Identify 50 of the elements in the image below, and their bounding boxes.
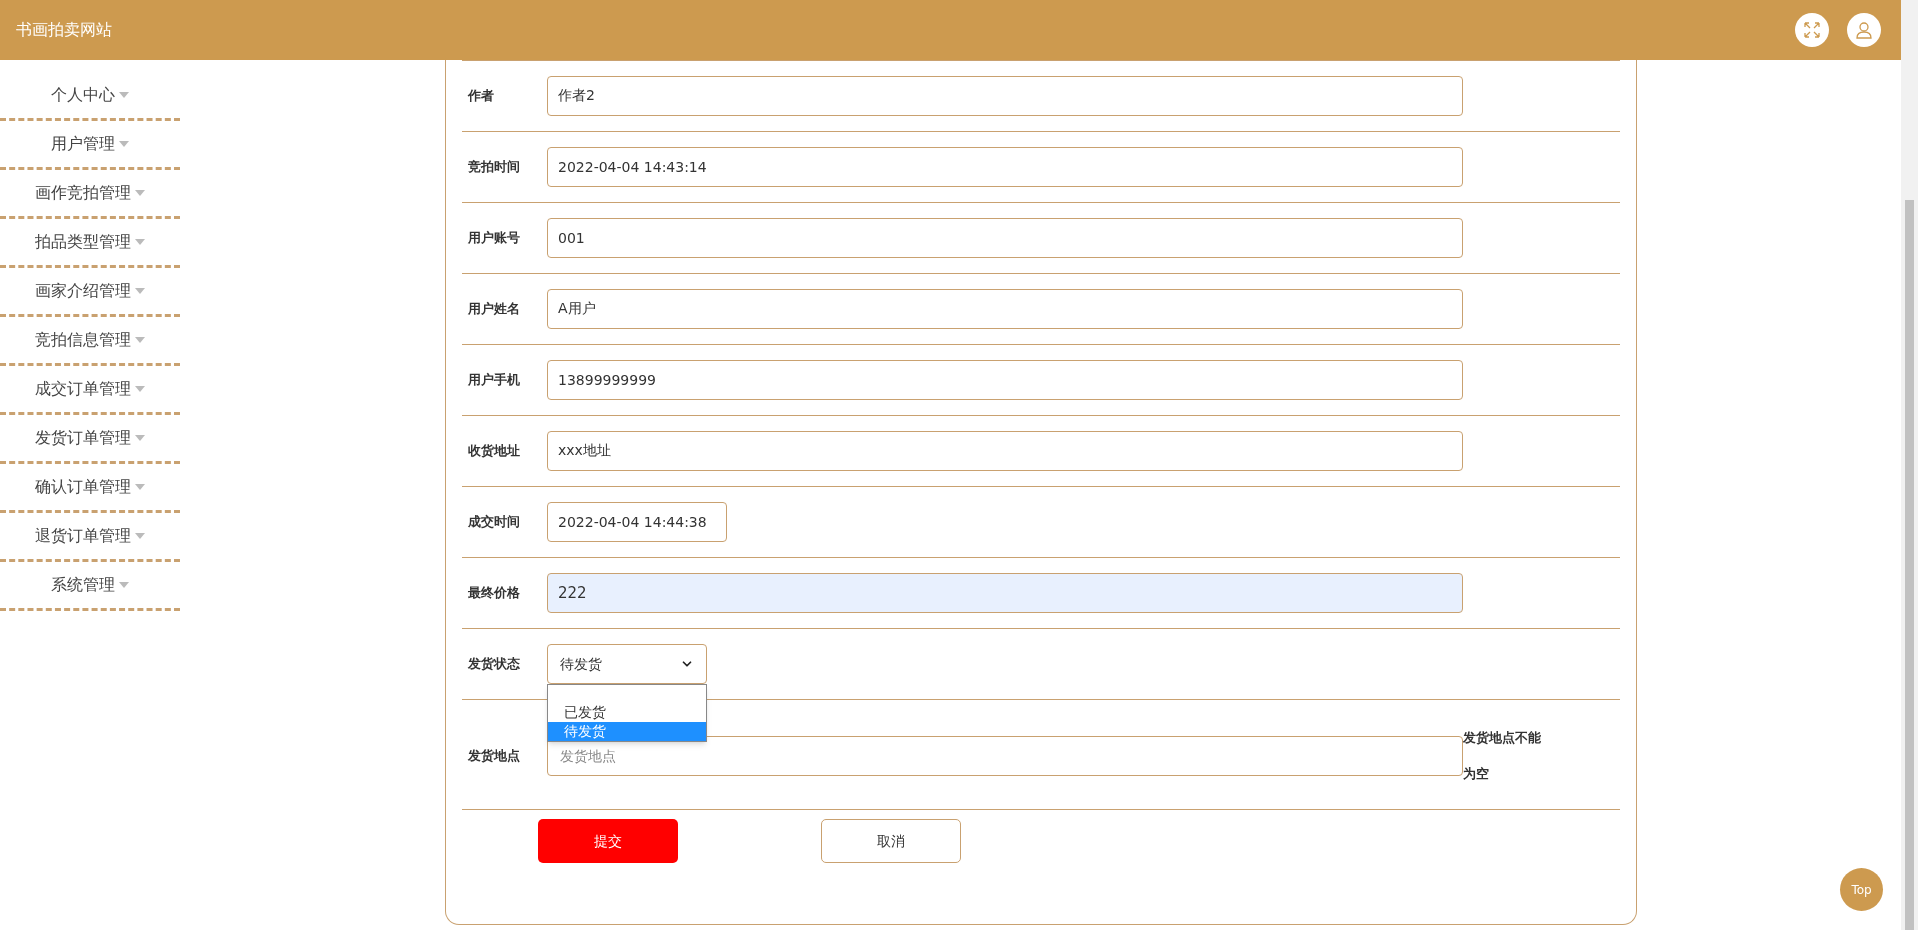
- field-label: 竞拍时间: [467, 158, 521, 177]
- expand-arrows-icon: [1804, 22, 1820, 38]
- field-label: 发货地点: [467, 747, 521, 766]
- cancel-button[interactable]: 取消: [821, 819, 961, 863]
- error-message: 发货地点不能为空: [1463, 729, 1542, 783]
- input-field[interactable]: xxx地址: [547, 431, 1463, 471]
- input-field[interactable]: 13899999999: [547, 360, 1463, 400]
- user-button[interactable]: [1847, 13, 1881, 47]
- field-label: 用户姓名: [467, 300, 521, 319]
- caret-down-icon: [135, 533, 145, 539]
- sidebar-item[interactable]: 竞拍信息管理: [0, 317, 180, 366]
- dropdown-option[interactable]: 已发货: [548, 703, 706, 722]
- caret-down-icon: [135, 190, 145, 196]
- caret-down-icon: [119, 92, 129, 98]
- field-label: 成交时间: [467, 513, 521, 532]
- caret-down-icon: [135, 484, 145, 490]
- caret-down-icon: [135, 386, 145, 392]
- input-field[interactable]: A用户: [547, 289, 1463, 329]
- input-field[interactable]: 作者2: [547, 76, 1463, 116]
- field-label: 发货状态: [467, 655, 521, 674]
- fullscreen-button[interactable]: [1795, 13, 1829, 47]
- sidebar-item[interactable]: 画作竞拍管理: [0, 170, 180, 219]
- field-label: 用户手机: [467, 371, 521, 390]
- sidebar-item[interactable]: 拍品类型管理: [0, 219, 180, 268]
- user-icon: [1855, 21, 1873, 39]
- sidebar-item[interactable]: 系统管理: [0, 562, 180, 611]
- sidebar-item[interactable]: 成交订单管理: [0, 366, 180, 415]
- sidebar-item[interactable]: 个人中心: [0, 72, 180, 121]
- sidebar-item[interactable]: 确认订单管理: [0, 464, 180, 513]
- caret-down-icon: [135, 435, 145, 441]
- sidebar-item[interactable]: 发货订单管理: [0, 415, 180, 464]
- select-field[interactable]: 待发货: [547, 644, 707, 684]
- caret-down-icon: [135, 337, 145, 343]
- site-title: 书画拍卖网站: [16, 19, 112, 41]
- input-field[interactable]: 222: [547, 573, 1463, 613]
- input-field[interactable]: 2022-04-04 14:44:38: [547, 502, 727, 542]
- submit-button[interactable]: 提交: [538, 819, 678, 863]
- field-label: 最终价格: [467, 584, 521, 603]
- caret-down-icon: [135, 288, 145, 294]
- caret-down-icon: [135, 239, 145, 245]
- field-label: 收货地址: [467, 442, 521, 461]
- input-field[interactable]: 001: [547, 218, 1463, 258]
- sidebar-item[interactable]: 画家介绍管理: [0, 268, 180, 317]
- field-label: 用户账号: [467, 229, 521, 248]
- sidebar-item[interactable]: 退货订单管理: [0, 513, 180, 562]
- caret-down-icon: [119, 141, 129, 147]
- field-label: 作者: [466, 87, 495, 106]
- caret-down-icon: [119, 582, 129, 588]
- input-field[interactable]: 2022-04-04 14:43:14: [547, 147, 1463, 187]
- sidebar-item[interactable]: 用户管理: [0, 121, 180, 170]
